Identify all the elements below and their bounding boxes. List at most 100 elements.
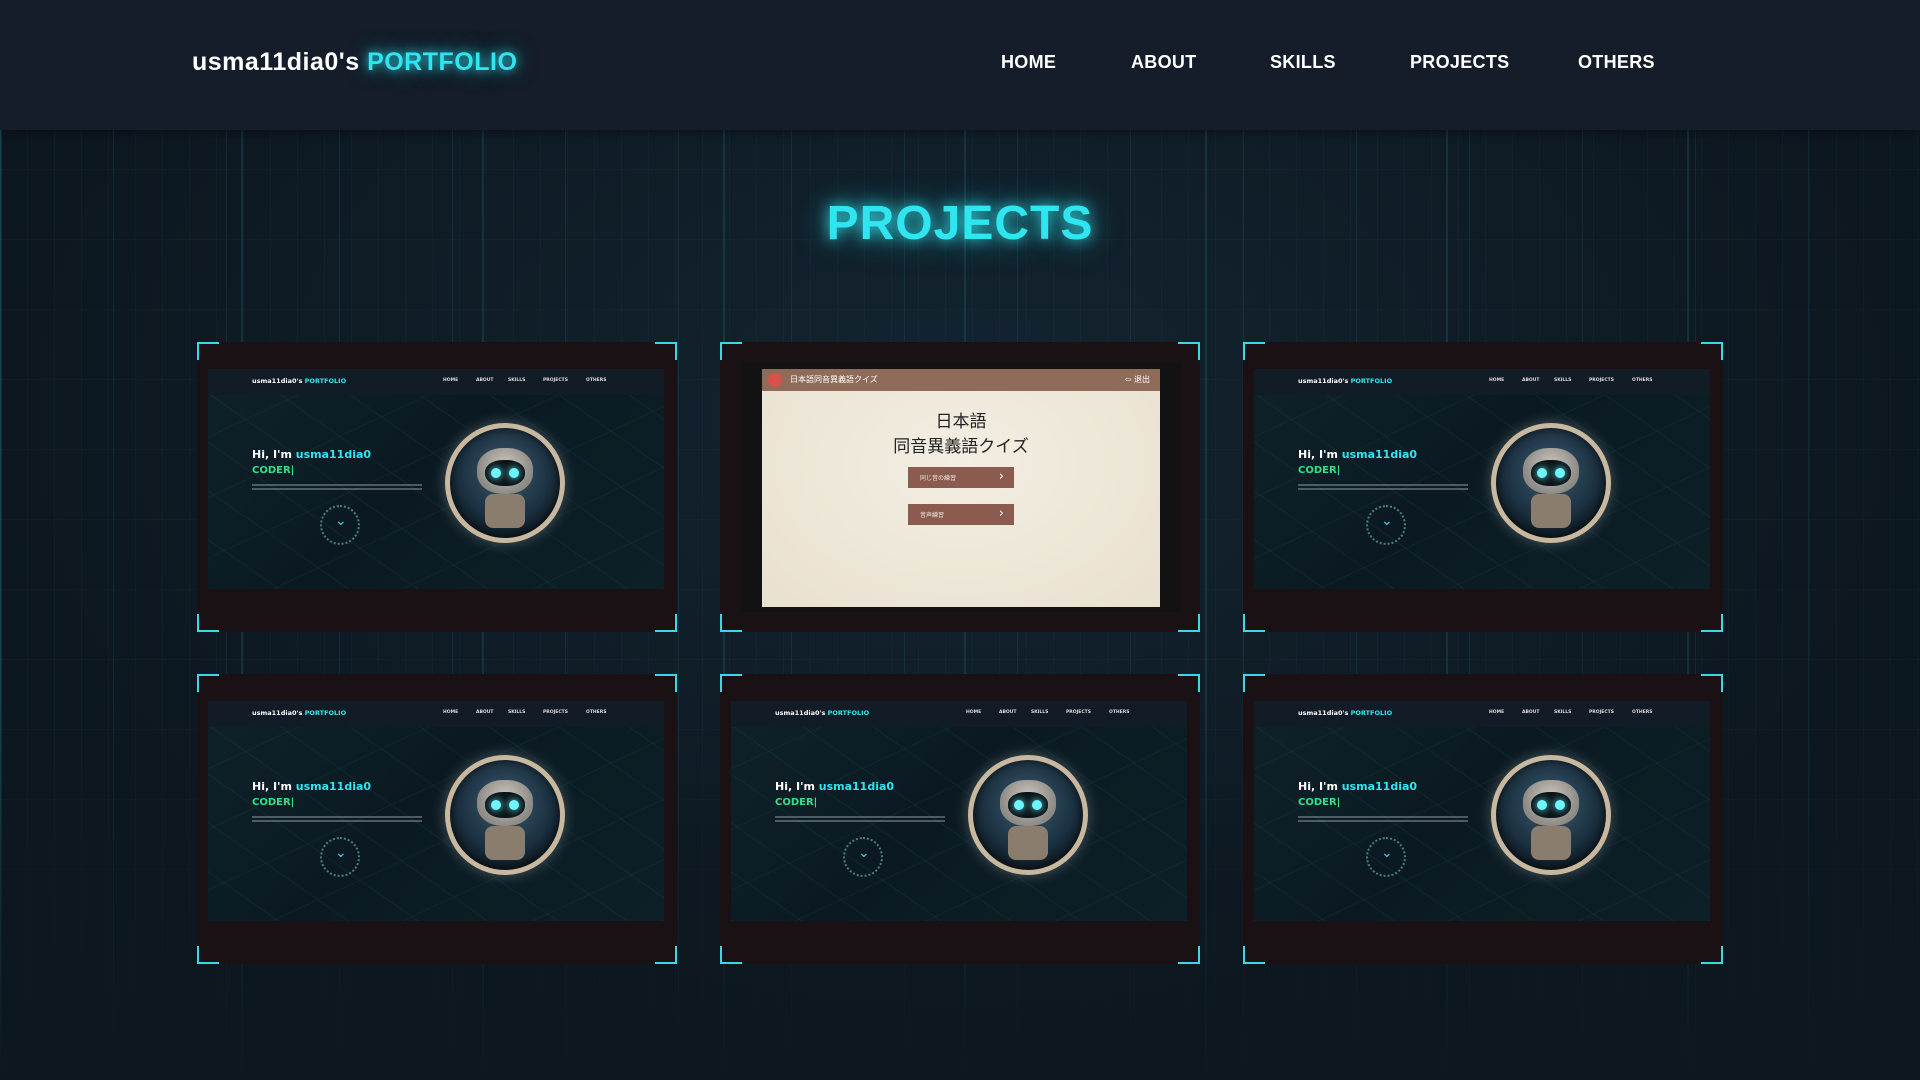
preview-greeting: Hi, I'm usma11dia0 bbox=[252, 780, 372, 793]
preview-nav-item: OTHERS bbox=[586, 710, 607, 715]
preview-nav-item: ABOUT bbox=[1522, 710, 1540, 715]
robot-avatar-icon bbox=[1491, 755, 1611, 875]
preview-brand: usma11dia0's PORTFOLIO bbox=[1298, 709, 1393, 717]
preview-description bbox=[1298, 484, 1468, 492]
corner-bracket bbox=[197, 946, 219, 964]
preview-header: usma11dia0's PORTFOLIO HOME ABOUT SKILLS PR… bbox=[208, 369, 664, 395]
preview-nav-item: SKILLS bbox=[1554, 378, 1572, 383]
quiz-title-line1: 日本語 bbox=[935, 412, 987, 432]
robot-avatar-icon bbox=[968, 755, 1088, 875]
preview-nav-item: OTHERS bbox=[1632, 378, 1653, 383]
main-nav: HOME ABOUT SKILLS PROJECTS OTHERS bbox=[0, 52, 1920, 76]
preview-nav-item: PROJECTS bbox=[1589, 378, 1614, 383]
quiz-logo-icon bbox=[768, 373, 782, 387]
project-thumbnail: usma11dia0's PORTFOLIO HOME ABOUT SKILLS PR… bbox=[208, 701, 664, 921]
nav-home[interactable]: HOME bbox=[1001, 52, 1056, 73]
quiz-button-1: 同じ音の練習 bbox=[908, 467, 1014, 488]
quiz-app-preview: 日本語同音異義語クイズ ⇦ 退出 日本語 同音異義語クイズ 同じ音の練習 音声練… bbox=[762, 369, 1160, 607]
quiz-app-bar: 日本語同音異義語クイズ ⇦ 退出 bbox=[762, 369, 1160, 391]
preview-greeting: Hi, I'm usma11dia0 bbox=[1298, 448, 1418, 461]
corner-bracket bbox=[720, 614, 742, 632]
project-card[interactable]: usma11dia0's PORTFOLIO HOME ABOUT SKILLS PR… bbox=[1243, 674, 1723, 964]
corner-bracket bbox=[1701, 674, 1723, 692]
nav-projects[interactable]: PROJECTS bbox=[1410, 52, 1509, 73]
preview-nav-item: PROJECTS bbox=[1066, 710, 1091, 715]
preview-header: usma11dia0's PORTFOLIO HOME ABOUT SKILLS PR… bbox=[731, 701, 1187, 727]
project-card[interactable]: usma11dia0's PORTFOLIO HOME ABOUT SKILLS PR… bbox=[197, 342, 677, 632]
corner-bracket bbox=[1701, 342, 1723, 360]
corner-bracket bbox=[197, 614, 219, 632]
project-card[interactable]: usma11dia0's PORTFOLIO HOME ABOUT SKILLS PR… bbox=[1243, 342, 1723, 632]
preview-brand: usma11dia0's PORTFOLIO bbox=[1298, 377, 1393, 385]
quiz-bar-title: 日本語同音異義語クイズ bbox=[790, 375, 878, 384]
preview-nav-item: PROJECTS bbox=[543, 710, 568, 715]
nav-others[interactable]: OTHERS bbox=[1578, 52, 1655, 73]
robot-avatar-icon bbox=[445, 755, 565, 875]
preview-nav-item: ABOUT bbox=[476, 378, 494, 383]
corner-bracket bbox=[1701, 614, 1723, 632]
preview-nav-item: OTHERS bbox=[1109, 710, 1130, 715]
corner-bracket bbox=[720, 674, 742, 692]
preview-nav-item: HOME bbox=[1489, 378, 1505, 383]
corner-bracket bbox=[1178, 946, 1200, 964]
preview-nav-item: HOME bbox=[443, 710, 459, 715]
project-card[interactable]: 日本語同音異義語クイズ ⇦ 退出 日本語 同音異義語クイズ 同じ音の練習 音声練… bbox=[720, 342, 1200, 632]
preview-role: CODER| bbox=[775, 797, 818, 808]
projects-grid: usma11dia0's PORTFOLIO HOME ABOUT SKILLS PR… bbox=[0, 0, 1920, 1080]
preview-nav-item: PROJECTS bbox=[543, 378, 568, 383]
preview-role: CODER| bbox=[1298, 465, 1341, 476]
preview-brand: usma11dia0's PORTFOLIO bbox=[775, 709, 870, 717]
project-thumbnail: usma11dia0's PORTFOLIO HOME ABOUT SKILLS PR… bbox=[208, 369, 664, 589]
corner-bracket bbox=[1243, 342, 1265, 360]
preview-greeting: Hi, I'm usma11dia0 bbox=[1298, 780, 1418, 793]
scroll-badge-icon bbox=[843, 837, 883, 877]
corner-bracket bbox=[1178, 674, 1200, 692]
corner-bracket bbox=[1701, 946, 1723, 964]
nav-skills[interactable]: SKILLS bbox=[1270, 52, 1336, 73]
scroll-badge-icon bbox=[320, 505, 360, 545]
corner-bracket bbox=[720, 946, 742, 964]
preview-nav-item: SKILLS bbox=[1031, 710, 1049, 715]
quiz-title-line2: 同音異義語クイズ bbox=[893, 437, 1029, 457]
quiz-button-2: 音声練習 bbox=[908, 504, 1014, 525]
scroll-badge-icon bbox=[1366, 837, 1406, 877]
corner-bracket bbox=[1178, 614, 1200, 632]
quiz-exit-label: ⇦ 退出 bbox=[1124, 375, 1150, 384]
project-card[interactable]: usma11dia0's PORTFOLIO HOME ABOUT SKILLS PR… bbox=[197, 674, 677, 964]
corner-bracket bbox=[720, 342, 742, 360]
project-thumbnail: usma11dia0's PORTFOLIO HOME ABOUT SKILLS PR… bbox=[731, 701, 1187, 921]
preview-greeting: Hi, I'm usma11dia0 bbox=[252, 448, 372, 461]
corner-bracket bbox=[655, 614, 677, 632]
site-header: usma11dia0's PORTFOLIO HOME ABOUT SKILLS… bbox=[0, 0, 1920, 130]
preview-role: CODER| bbox=[252, 465, 295, 476]
preview-nav-item: HOME bbox=[443, 378, 459, 383]
preview-nav-item: ABOUT bbox=[999, 710, 1017, 715]
preview-nav-item: HOME bbox=[1489, 710, 1505, 715]
corner-bracket bbox=[1243, 614, 1265, 632]
preview-nav-item: SKILLS bbox=[508, 710, 526, 715]
project-thumbnail: usma11dia0's PORTFOLIO HOME ABOUT SKILLS PR… bbox=[1254, 369, 1710, 589]
corner-bracket bbox=[655, 342, 677, 360]
robot-avatar-icon bbox=[1491, 423, 1611, 543]
nav-about[interactable]: ABOUT bbox=[1131, 52, 1197, 73]
preview-description bbox=[775, 816, 945, 824]
scroll-badge-icon bbox=[320, 837, 360, 877]
preview-nav-item: ABOUT bbox=[476, 710, 494, 715]
scroll-badge-icon bbox=[1366, 505, 1406, 545]
preview-description bbox=[1298, 816, 1468, 824]
robot-avatar-icon bbox=[445, 423, 565, 543]
preview-role: CODER| bbox=[1298, 797, 1341, 808]
corner-bracket bbox=[655, 674, 677, 692]
preview-brand: usma11dia0's PORTFOLIO bbox=[252, 709, 347, 717]
project-thumbnail: usma11dia0's PORTFOLIO HOME ABOUT SKILLS PR… bbox=[1254, 701, 1710, 921]
preview-greeting: Hi, I'm usma11dia0 bbox=[775, 780, 895, 793]
preview-header: usma11dia0's PORTFOLIO HOME ABOUT SKILLS PR… bbox=[208, 701, 664, 727]
corner-bracket bbox=[655, 946, 677, 964]
corner-bracket bbox=[1178, 342, 1200, 360]
preview-nav-item: HOME bbox=[966, 710, 982, 715]
preview-description bbox=[252, 484, 422, 492]
project-card[interactable]: usma11dia0's PORTFOLIO HOME ABOUT SKILLS PR… bbox=[720, 674, 1200, 964]
preview-description bbox=[252, 816, 422, 824]
preview-nav-item: SKILLS bbox=[1554, 710, 1572, 715]
preview-header: usma11dia0's PORTFOLIO HOME ABOUT SKILLS PR… bbox=[1254, 701, 1710, 727]
